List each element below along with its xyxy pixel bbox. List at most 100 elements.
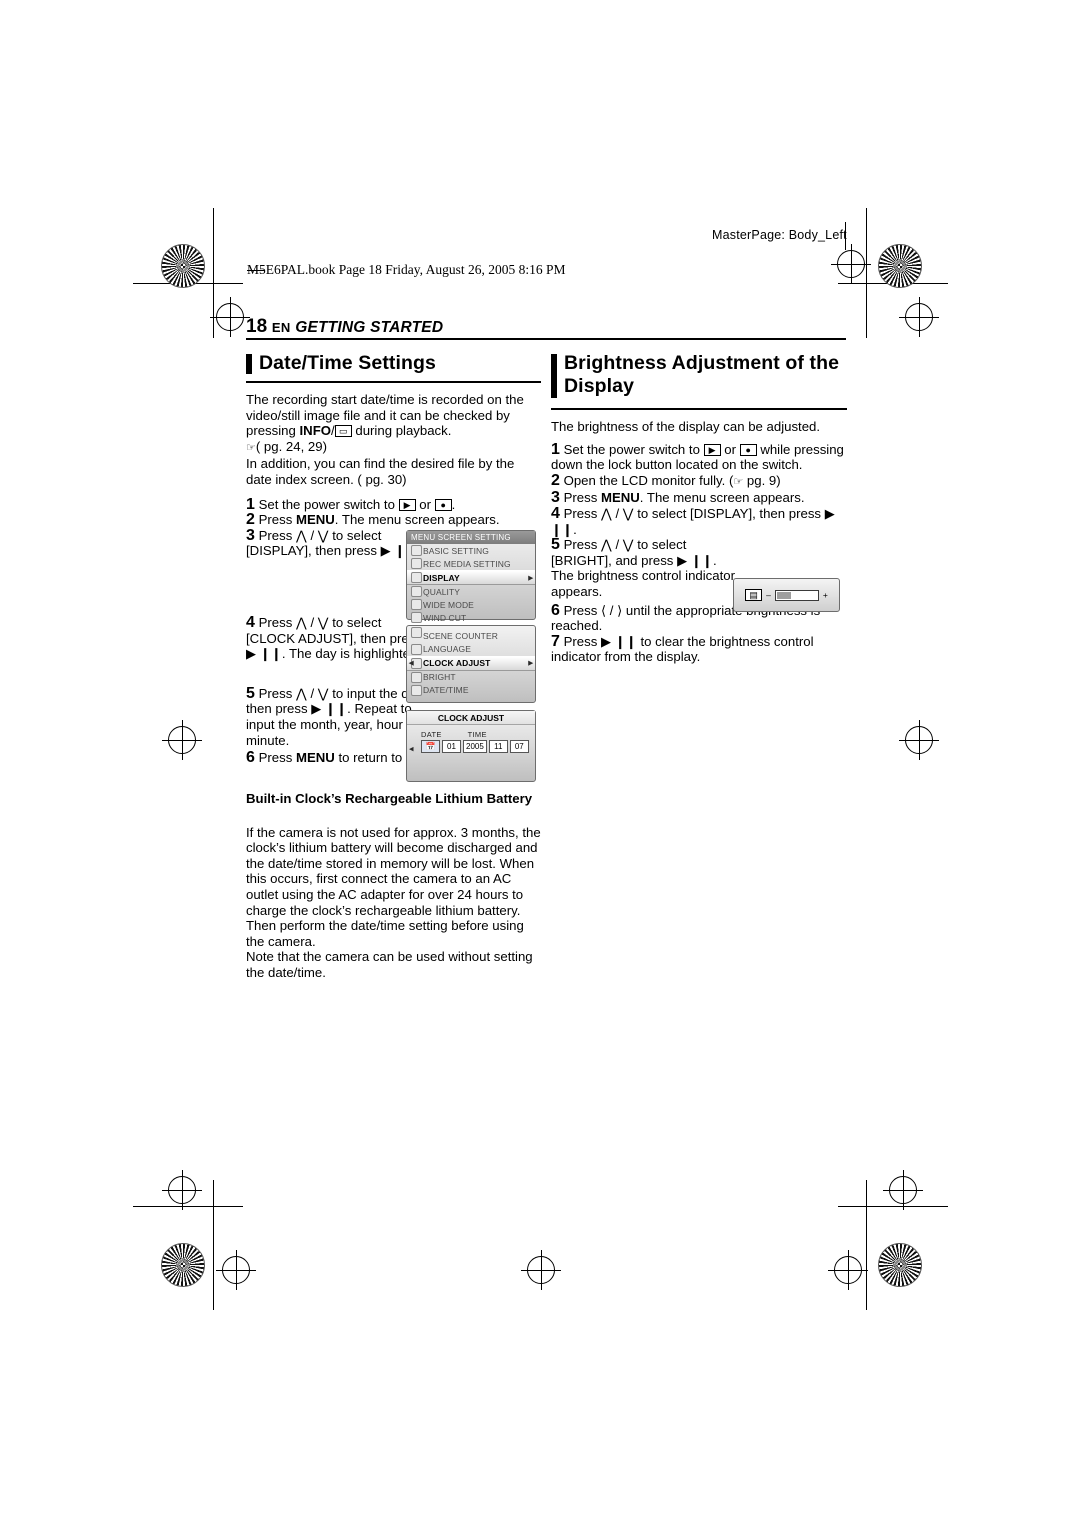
- registration-starburst-top-right: [878, 244, 922, 288]
- menu-item-clock-adjust[interactable]: CLOCK ADJUST ◂ ▸: [407, 655, 535, 671]
- menu-item-wide-mode[interactable]: WIDE MODE: [407, 598, 535, 611]
- crop-line-bottom-left-v: [213, 1180, 214, 1310]
- menu-item-quality[interactable]: QUALITY: [407, 585, 535, 598]
- step-number-5: 5: [246, 684, 255, 702]
- menu-icon-quality: [411, 586, 422, 597]
- clock-minute-value[interactable]: 07: [509, 740, 529, 753]
- step-number-r3: 3: [551, 489, 560, 507]
- left-intro-cont: during playback.: [351, 423, 452, 439]
- or-2: or: [720, 441, 740, 457]
- menu-button-label-2: MENU: [295, 750, 335, 766]
- menu-item-scene-counter[interactable]: SCENE COUNTER: [407, 626, 535, 643]
- step-number-r2: 2: [551, 471, 560, 489]
- up-arrow-icon-3: ⋀: [295, 685, 307, 701]
- play-pause-icon-6: ▶ ❙❙: [600, 633, 637, 649]
- menu-label-display: DISPLAY: [423, 572, 460, 583]
- menu-icon-wind-cut: [411, 612, 422, 623]
- registration-mark-bottom-right-2: [828, 1250, 868, 1290]
- masterpage-divider: [845, 222, 846, 250]
- clock-day-value[interactable]: 01: [442, 740, 461, 753]
- step-number-2: 2: [246, 511, 255, 529]
- left-intro-paragraph: The recording start date/time is recorde…: [246, 392, 541, 439]
- book-filename-text: M5E6PAL.book Page 18 Friday, August 26, …: [247, 262, 566, 277]
- registration-mark-top-right: [831, 244, 871, 284]
- menu-screen-clock-adjust: SCENE COUNTER LANGUAGE CLOCK ADJUST ◂ ▸ BR…: [406, 625, 536, 703]
- left-intro-ref1: ☞( pg. 24, 29): [246, 439, 541, 457]
- menu-button-label-1: MENU: [295, 512, 335, 528]
- strike-mark: [247, 270, 265, 271]
- menu-label-wind-cut: WIND CUT: [423, 612, 467, 623]
- menu-icon-display: [411, 572, 422, 583]
- play-pause-icon-3: ▶ ❙❙: [311, 701, 348, 717]
- crop-line-bottom-h: [133, 1206, 243, 1207]
- step-number-4: 4: [246, 613, 255, 631]
- menu-label-language: LANGUAGE: [423, 644, 472, 654]
- right-column: Brightness Adjustment of the Display The…: [551, 352, 847, 665]
- left-step-1: 1 Set the power switch to ▶ or ●.: [246, 496, 541, 513]
- menu-icon-basic: [411, 545, 422, 556]
- right-step-4-text: Press: [563, 505, 601, 521]
- clock-screen-title: CLOCK ADJUST: [407, 711, 535, 725]
- left-step-5-text: Press: [258, 685, 296, 701]
- calendar-icon: 📅: [421, 740, 440, 753]
- menu-item-rec-media[interactable]: REC MEDIA SETTING: [407, 557, 535, 570]
- page-language: EN: [271, 320, 291, 335]
- right-step-5: 5 Press ⋀ / ⋁ to select [BRIGHT], and pr…: [551, 537, 741, 599]
- right-step-1: 1 Set the power switch to ▶ or ● while p…: [551, 441, 847, 473]
- menu-item-wind-cut[interactable]: WIND CUT: [407, 611, 535, 624]
- right-title-line-2: Display: [564, 375, 635, 397]
- play-pause-icon-2: ▶ ❙❙: [246, 646, 282, 662]
- menu-label-basic: BASIC SETTING: [423, 545, 490, 556]
- clock-hour-value[interactable]: 11: [488, 740, 508, 753]
- chevron-left-icon-1: ◂: [409, 657, 414, 668]
- registration-starburst-bottom-right: [878, 1243, 922, 1287]
- right-step-7: 7 Press ▶ ❙❙ to clear the brightness con…: [551, 633, 847, 665]
- brightness-indicator: ▤ – +: [733, 578, 840, 612]
- up-arrow-icon-5: ⋀: [600, 537, 612, 553]
- registration-mark-mid-right: [899, 720, 939, 760]
- left-step-5: 5 Press ⋀ / ⋁ to input the day, then pre…: [246, 684, 431, 748]
- menu-icon-bright: [411, 671, 422, 683]
- record-icon-2: ●: [739, 443, 757, 456]
- down-arrow-icon-2: ⋁: [317, 614, 329, 630]
- menu-label-scene-counter: SCENE COUNTER: [423, 631, 498, 641]
- menu-item-date-time[interactable]: DATE/TIME: [407, 684, 535, 697]
- menu-icon-wide-mode: [411, 599, 422, 610]
- chevron-right-icon-2: ▸: [528, 657, 533, 668]
- page-section-title: GETTING STARTED: [295, 319, 444, 336]
- left-title-rule: [246, 381, 541, 383]
- chevron-left-icon-2: ◂: [409, 743, 414, 754]
- clock-adjust-screen: CLOCK ADJUST DATE TIME ◂ 📅 01 2005 11 07: [406, 710, 536, 782]
- right-step-3-a: Press: [563, 490, 601, 506]
- page-number: 18: [246, 316, 268, 337]
- left-step-2: 2 Press MENU. The menu screen appears.: [246, 512, 541, 528]
- right-step-3: 3 Press MENU. The menu screen appears.: [551, 490, 847, 506]
- down-arrow-icon-4: ⋁: [622, 505, 634, 521]
- crop-line-bottom-right-v: [866, 1180, 867, 1310]
- left-step-4: 4 Press ⋀ / ⋁ to select [CLOCK ADJUST], …: [246, 613, 431, 662]
- menu-item-display[interactable]: DISPLAY ▸: [407, 570, 535, 585]
- chevron-right-icon-1: ▸: [528, 572, 533, 582]
- registration-starburst-bottom-left: [161, 1243, 205, 1287]
- slash-7: /: [606, 602, 618, 618]
- menu-item-bright[interactable]: BRIGHT: [407, 671, 535, 684]
- brightness-slider[interactable]: [774, 589, 819, 601]
- clock-year-value[interactable]: 2005: [463, 740, 487, 753]
- left-step-3: 3 Press ⋀ / ⋁ to select [DISPLAY], then …: [246, 527, 431, 559]
- step-number-6: 6: [246, 749, 255, 767]
- left-ref-2: In addition, you can find the desired fi…: [246, 456, 515, 487]
- play-icon-2: ▶: [703, 443, 721, 456]
- right-title-line-1: Brightness Adjustment of the: [564, 352, 840, 374]
- menu-item-language[interactable]: LANGUAGE: [407, 643, 535, 656]
- step-number-r6: 6: [551, 601, 560, 619]
- right-title-rule: [551, 408, 847, 410]
- menu-icon-rec-media: [411, 558, 422, 569]
- menu-label-date-time: DATE/TIME: [423, 685, 469, 695]
- left-ref-1: ( pg. 24, 29): [255, 438, 327, 454]
- right-intro: The brightness of the display can be adj…: [551, 419, 821, 434]
- slash-3: /: [306, 614, 318, 630]
- clock-column-headers: DATE TIME: [407, 725, 535, 740]
- menu-screen-display: MENU SCREEN SETTING BASIC SETTING REC ME…: [406, 530, 536, 623]
- right-section-title: Brightness Adjustment of the Display: [551, 352, 847, 398]
- menu-item-basic-setting[interactable]: BASIC SETTING: [407, 544, 535, 557]
